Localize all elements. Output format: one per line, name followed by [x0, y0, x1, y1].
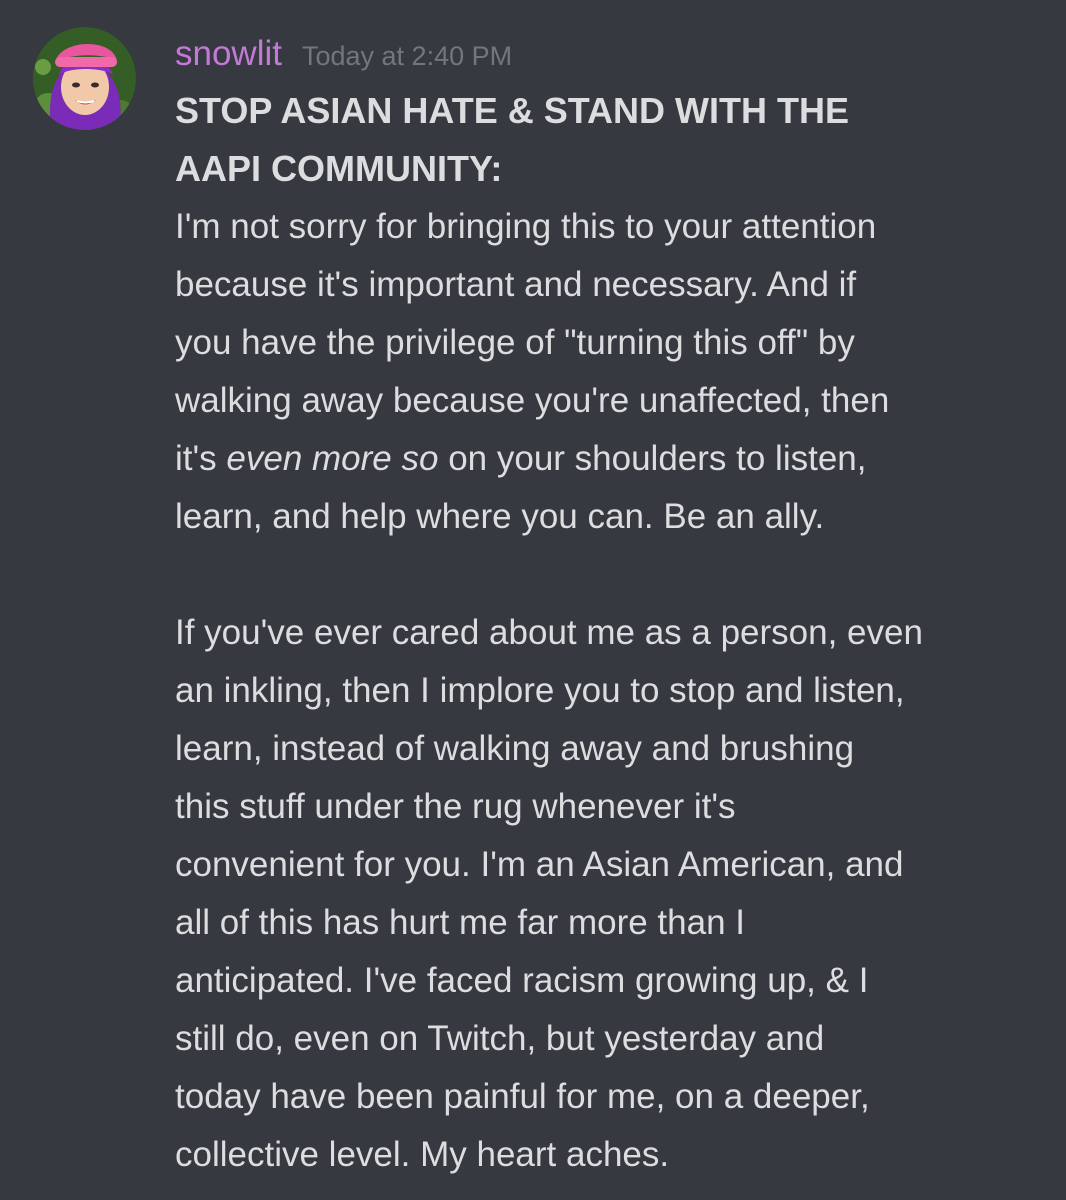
paragraph-line: this stuff under the rug whenever it's: [175, 787, 736, 826]
emphasis-text: even more so: [226, 439, 439, 478]
message-paragraph-2: If you've ever cared about me as a perso…: [175, 604, 1055, 1184]
paragraph-line: If you've ever cared about me as a perso…: [175, 613, 923, 652]
paragraph-line: still do, even on Twitch, but yesterday …: [175, 1019, 825, 1058]
chat-message: snowlit Today at 2:40 PM STOP ASIAN HATE…: [0, 0, 1066, 1200]
paragraph-line: walking away because you're unaffected, …: [175, 381, 890, 420]
paragraph-line: today have been painful for me, on a dee…: [175, 1077, 870, 1116]
message-timestamp[interactable]: Today at 2:40 PM: [302, 32, 512, 80]
paragraph-line: an inkling, then I implore you to stop a…: [175, 671, 905, 710]
paragraph-line: convenient for you. I'm an Asian America…: [175, 845, 904, 884]
paragraph-line: collective level. My heart aches.: [175, 1135, 670, 1174]
line-text: it's: [175, 439, 227, 478]
message-header: snowlit Today at 2:40 PM: [175, 30, 512, 78]
paragraph-line: anticipated. I've faced racism growing u…: [175, 961, 869, 1000]
paragraph-line: it's even more so on your shoulders to l…: [175, 430, 1055, 488]
paragraph-line: you have the privilege of "turning this …: [175, 323, 855, 362]
message-content: STOP ASIAN HATE & STAND WITH THE AAPI CO…: [175, 82, 1055, 1184]
author-username[interactable]: snowlit: [175, 30, 282, 78]
paragraph-line: learn, and help where you can. Be an all…: [175, 497, 825, 536]
line-text: on your shoulders to listen,: [438, 439, 867, 478]
paragraph-line: all of this has hurt me far more than I: [175, 903, 745, 942]
heading-line: STOP ASIAN HATE & STAND WITH THE: [175, 90, 850, 131]
paragraph-line: I'm not sorry for bringing this to your …: [175, 207, 877, 246]
message-heading: STOP ASIAN HATE & STAND WITH THE AAPI CO…: [175, 82, 1055, 198]
paragraph-line: learn, instead of walking away and brush…: [175, 729, 855, 768]
heading-line: AAPI COMMUNITY:: [175, 148, 503, 189]
user-avatar[interactable]: [33, 27, 136, 130]
paragraph-line: because it's important and necessary. An…: [175, 265, 857, 304]
avatar-portrait-icon: [33, 27, 136, 130]
message-paragraph-1: I'm not sorry for bringing this to your …: [175, 198, 1055, 546]
